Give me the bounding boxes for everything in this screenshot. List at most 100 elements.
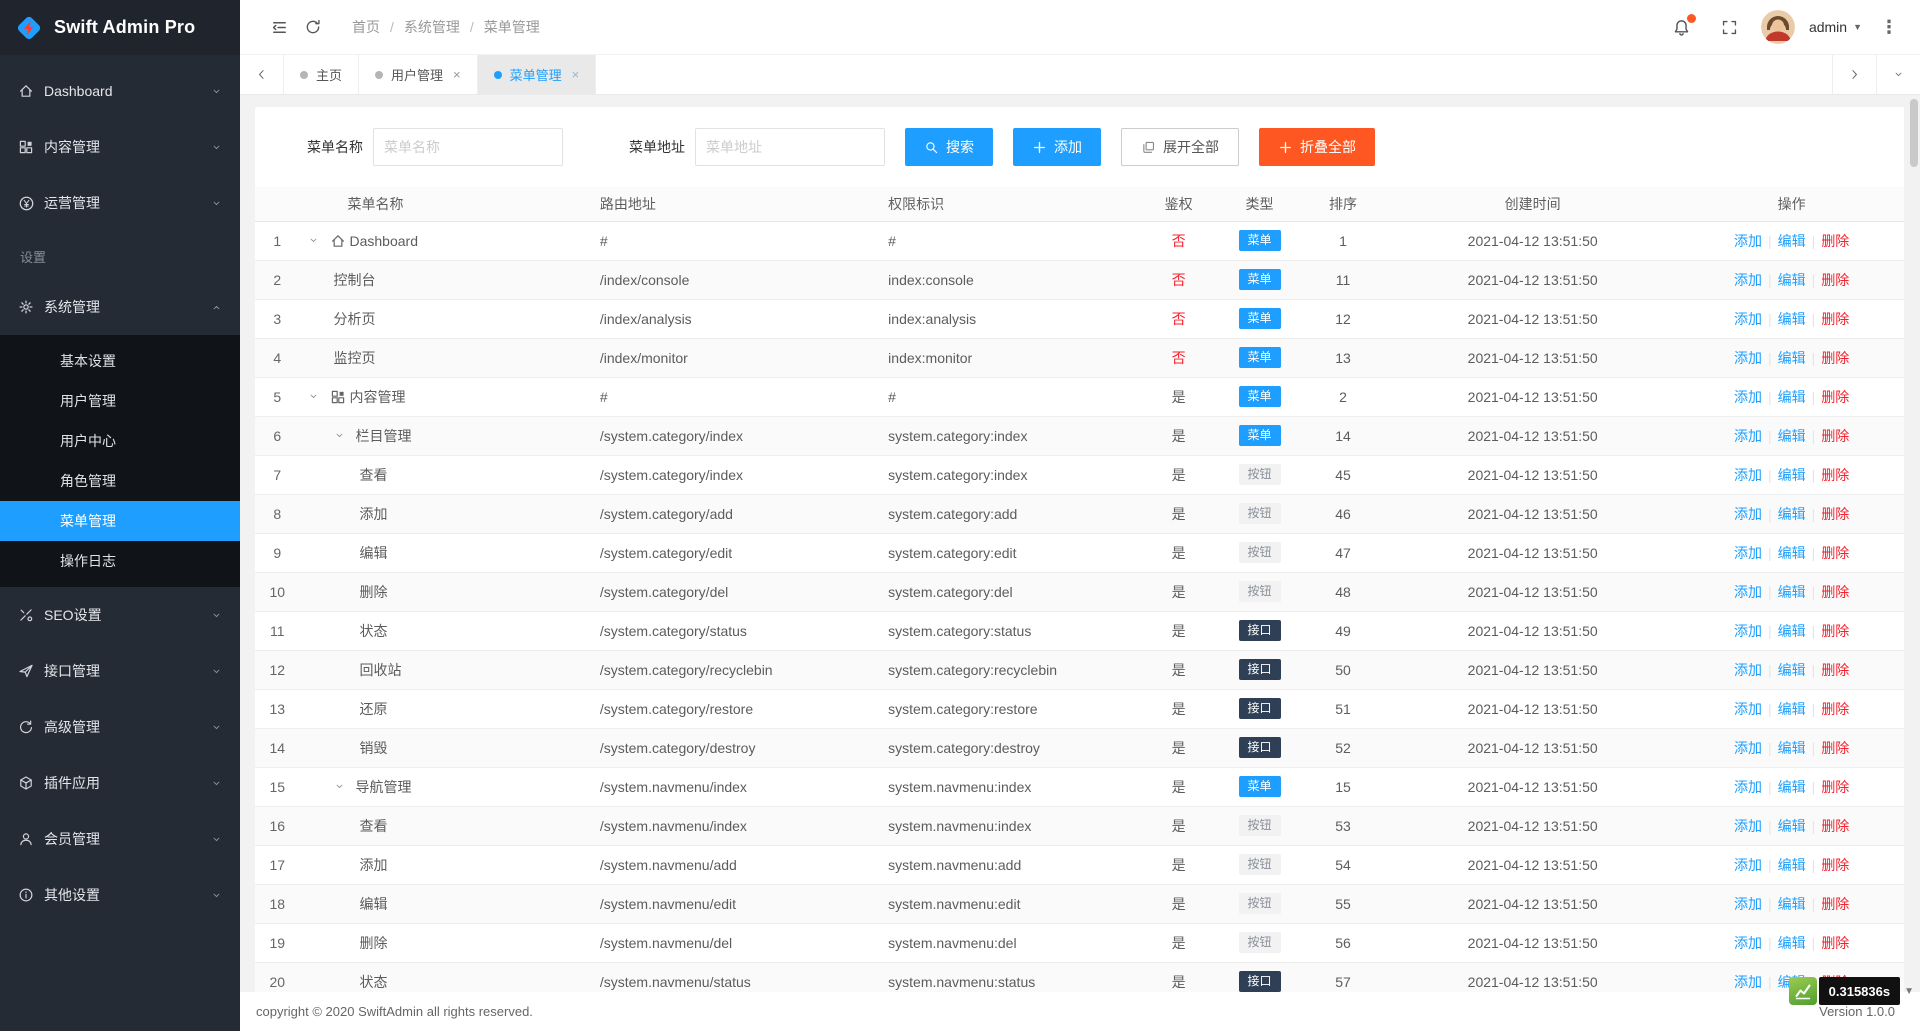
row-action-删除[interactable]: 删除	[1821, 662, 1849, 678]
row-action-编辑[interactable]: 编辑	[1778, 467, 1806, 483]
tabs-scroll-left-icon[interactable]	[240, 55, 284, 94]
row-action-删除[interactable]: 删除	[1821, 857, 1849, 873]
breadcrumb-item[interactable]: 首页	[352, 17, 380, 37]
row-expand-icon[interactable]	[308, 235, 330, 246]
tab-close-icon[interactable]: ×	[453, 67, 461, 82]
row-action-添加[interactable]: 添加	[1734, 935, 1762, 951]
app-logo[interactable]: Swift Admin Pro	[0, 0, 240, 55]
row-action-删除[interactable]: 删除	[1821, 935, 1849, 951]
row-action-删除[interactable]: 删除	[1821, 701, 1849, 717]
row-action-编辑[interactable]: 编辑	[1778, 935, 1806, 951]
row-action-编辑[interactable]: 编辑	[1778, 311, 1806, 327]
row-action-添加[interactable]: 添加	[1734, 701, 1762, 717]
row-action-编辑[interactable]: 编辑	[1778, 506, 1806, 522]
row-action-添加[interactable]: 添加	[1734, 974, 1762, 990]
tab-主页[interactable]: 主页	[284, 55, 360, 94]
row-action-编辑[interactable]: 编辑	[1778, 779, 1806, 795]
row-action-删除[interactable]: 删除	[1821, 896, 1849, 912]
row-action-添加[interactable]: 添加	[1734, 428, 1762, 444]
row-action-编辑[interactable]: 编辑	[1778, 623, 1806, 639]
row-action-删除[interactable]: 删除	[1821, 584, 1849, 600]
sidebar-item-内容管理[interactable]: 内容管理	[0, 119, 240, 175]
row-action-删除[interactable]: 删除	[1821, 545, 1849, 561]
refresh-icon[interactable]	[296, 10, 330, 44]
row-action-添加[interactable]: 添加	[1734, 740, 1762, 756]
row-action-删除[interactable]: 删除	[1821, 428, 1849, 444]
row-action-添加[interactable]: 添加	[1734, 545, 1762, 561]
sidebar-item-SEO设置[interactable]: SEO设置	[0, 587, 240, 643]
sidebar-item-插件应用[interactable]: 插件应用	[0, 755, 240, 811]
notification-bell-icon[interactable]	[1665, 10, 1699, 44]
row-action-删除[interactable]: 删除	[1821, 350, 1849, 366]
row-action-添加[interactable]: 添加	[1734, 467, 1762, 483]
sidebar-item-运营管理[interactable]: 运营管理	[0, 175, 240, 231]
expand-all-button[interactable]: 展开全部	[1121, 128, 1239, 166]
row-action-添加[interactable]: 添加	[1734, 818, 1762, 834]
row-action-删除[interactable]: 删除	[1821, 818, 1849, 834]
row-action-编辑[interactable]: 编辑	[1778, 740, 1806, 756]
row-action-删除[interactable]: 删除	[1821, 623, 1849, 639]
sidebar-item-其他设置[interactable]: 其他设置	[0, 867, 240, 923]
sidebar-item-高级管理[interactable]: 高级管理	[0, 699, 240, 755]
row-action-添加[interactable]: 添加	[1734, 506, 1762, 522]
row-action-编辑[interactable]: 编辑	[1778, 233, 1806, 249]
row-action-删除[interactable]: 删除	[1821, 740, 1849, 756]
breadcrumb-item[interactable]: 系统管理	[404, 17, 460, 37]
row-action-删除[interactable]: 删除	[1821, 779, 1849, 795]
row-action-编辑[interactable]: 编辑	[1778, 818, 1806, 834]
sidebar-item-接口管理[interactable]: 接口管理	[0, 643, 240, 699]
sidebar-subitem-用户管理[interactable]: 用户管理	[0, 381, 240, 421]
row-action-添加[interactable]: 添加	[1734, 896, 1762, 912]
sidebar-subitem-用户中心[interactable]: 用户中心	[0, 421, 240, 461]
row-action-编辑[interactable]: 编辑	[1778, 389, 1806, 405]
search-button[interactable]: 搜索	[905, 128, 993, 166]
avatar[interactable]	[1760, 10, 1795, 44]
sidebar-item-系统管理[interactable]: 系统管理	[0, 279, 240, 335]
tabs-scroll-right-icon[interactable]	[1832, 55, 1876, 94]
row-action-添加[interactable]: 添加	[1734, 662, 1762, 678]
row-action-编辑[interactable]: 编辑	[1778, 701, 1806, 717]
row-action-删除[interactable]: 删除	[1821, 272, 1849, 288]
tabs-dropdown-icon[interactable]	[1876, 55, 1920, 94]
row-action-编辑[interactable]: 编辑	[1778, 350, 1806, 366]
tab-用户管理[interactable]: 用户管理 ×	[359, 55, 478, 94]
collapse-all-button[interactable]: 折叠全部	[1259, 128, 1375, 166]
row-action-编辑[interactable]: 编辑	[1778, 584, 1806, 600]
tab-菜单管理[interactable]: 菜单管理 ×	[477, 55, 597, 94]
row-action-删除[interactable]: 删除	[1821, 233, 1849, 249]
row-expand-icon[interactable]	[334, 781, 356, 792]
more-menu-icon[interactable]: ⋮	[1876, 17, 1902, 38]
row-action-删除[interactable]: 删除	[1821, 506, 1849, 522]
row-action-编辑[interactable]: 编辑	[1778, 857, 1806, 873]
row-action-编辑[interactable]: 编辑	[1778, 545, 1806, 561]
sidebar-subitem-菜单管理[interactable]: 菜单管理	[0, 501, 240, 541]
tab-close-icon[interactable]: ×	[572, 67, 580, 82]
collapse-sidebar-icon[interactable]	[262, 10, 296, 44]
row-action-编辑[interactable]: 编辑	[1778, 662, 1806, 678]
row-action-添加[interactable]: 添加	[1734, 272, 1762, 288]
user-menu[interactable]: admin ▼	[1809, 19, 1862, 35]
sidebar-subitem-基本设置[interactable]: 基本设置	[0, 341, 240, 381]
row-action-添加[interactable]: 添加	[1734, 350, 1762, 366]
menu-name-input[interactable]	[373, 128, 563, 166]
add-button[interactable]: 添加	[1013, 128, 1101, 166]
vertical-scrollbar[interactable]	[1910, 99, 1918, 167]
sidebar-subitem-角色管理[interactable]: 角色管理	[0, 461, 240, 501]
sidebar-subitem-操作日志[interactable]: 操作日志	[0, 541, 240, 581]
row-action-添加[interactable]: 添加	[1734, 857, 1762, 873]
row-action-添加[interactable]: 添加	[1734, 623, 1762, 639]
fullscreen-icon[interactable]	[1713, 10, 1747, 44]
row-action-删除[interactable]: 删除	[1821, 311, 1849, 327]
row-action-编辑[interactable]: 编辑	[1778, 896, 1806, 912]
debug-caret-icon[interactable]: ▼	[1904, 986, 1914, 997]
row-action-编辑[interactable]: 编辑	[1778, 428, 1806, 444]
debug-toolbar[interactable]: 0.315836s ▼	[1788, 977, 1914, 1005]
menu-url-input[interactable]	[695, 128, 885, 166]
row-action-删除[interactable]: 删除	[1821, 389, 1849, 405]
breadcrumb-item[interactable]: 菜单管理	[484, 17, 540, 37]
row-expand-icon[interactable]	[334, 430, 356, 441]
sidebar-item-Dashboard[interactable]: Dashboard	[0, 63, 240, 119]
row-expand-icon[interactable]	[308, 391, 330, 402]
row-action-添加[interactable]: 添加	[1734, 311, 1762, 327]
row-action-添加[interactable]: 添加	[1734, 233, 1762, 249]
